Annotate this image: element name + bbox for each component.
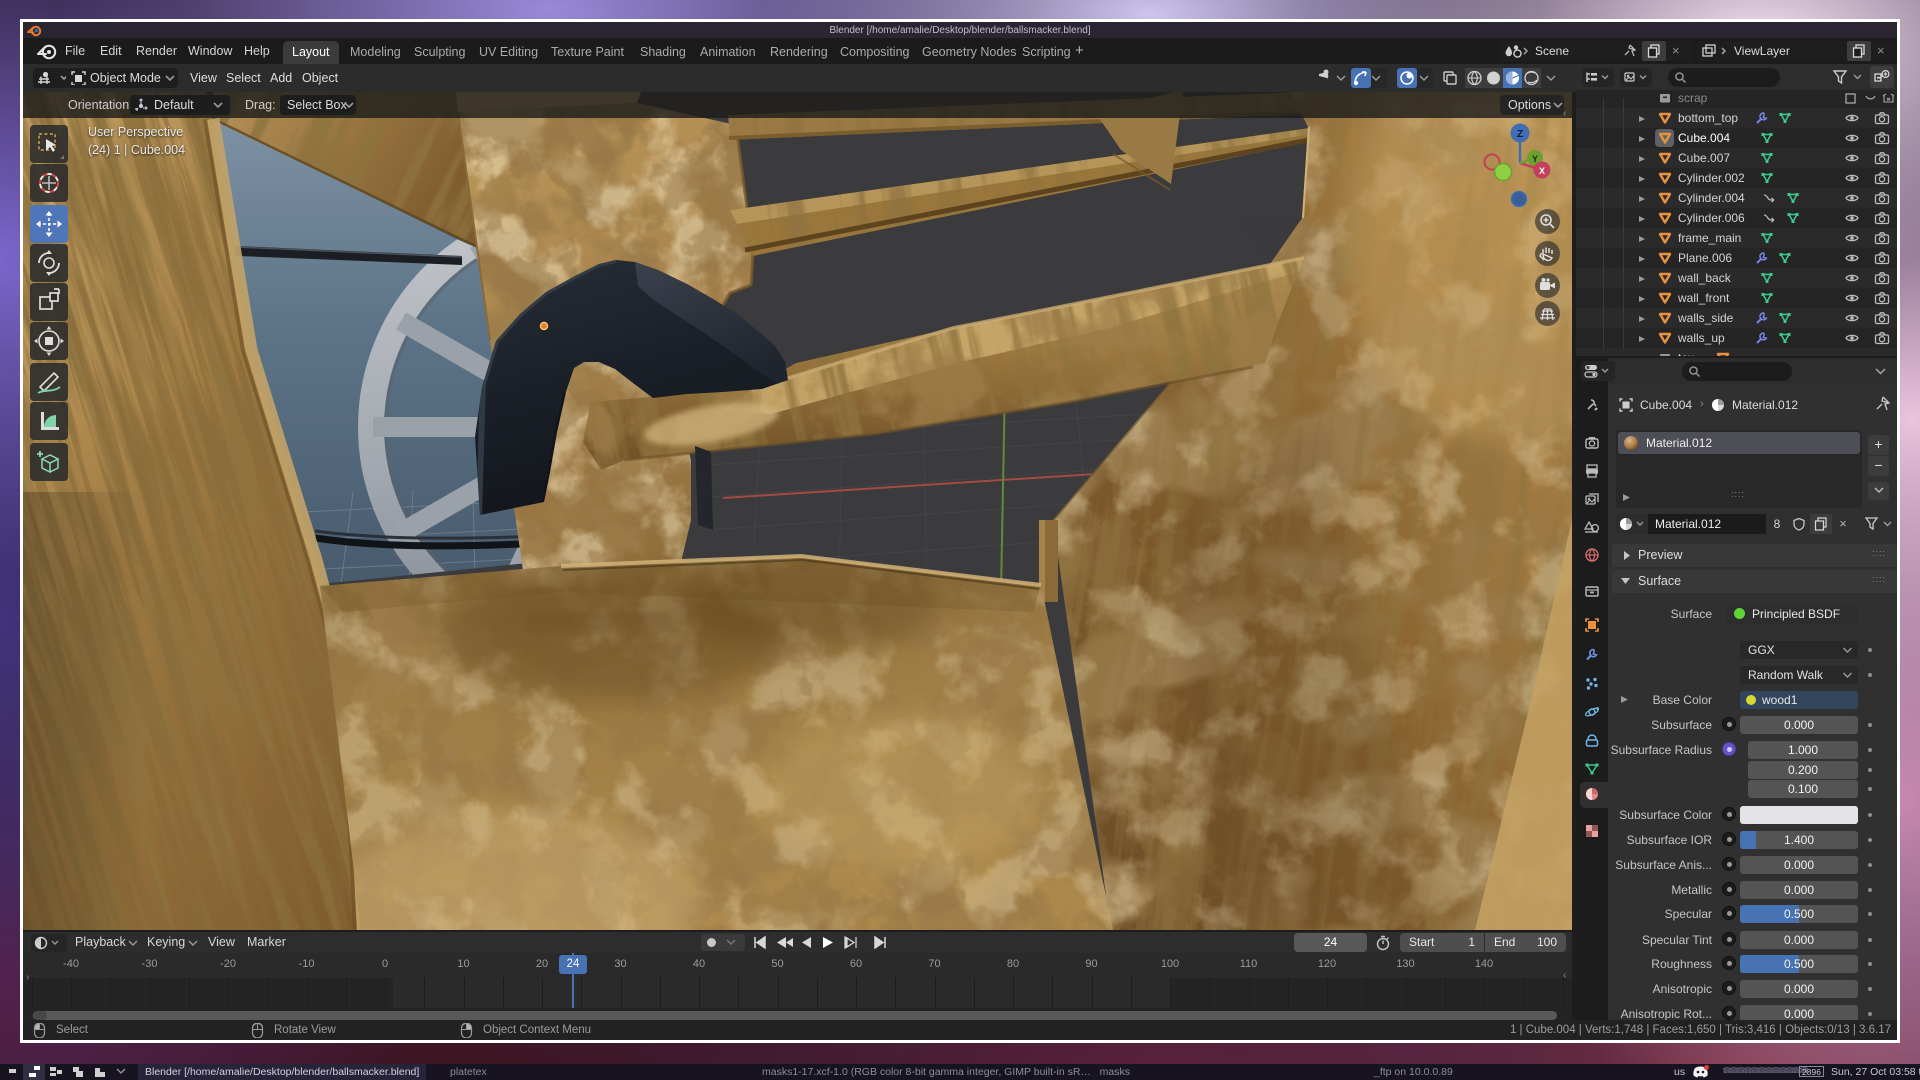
svg-text:Y: Y (1532, 154, 1538, 164)
svg-text:X: X (1539, 166, 1545, 176)
svg-text:Z: Z (1517, 129, 1523, 140)
